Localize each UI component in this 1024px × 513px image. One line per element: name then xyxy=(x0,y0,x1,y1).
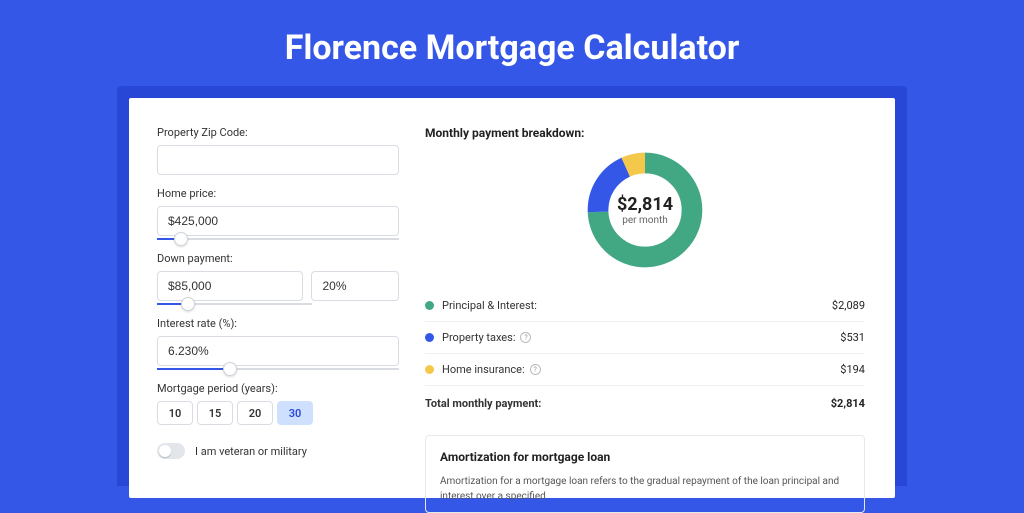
rate-label: Interest rate (%): xyxy=(157,317,399,330)
legend-row: Home insurance:? $194 xyxy=(425,354,865,386)
legend-row: Principal & Interest: $2,089 xyxy=(425,290,865,322)
period-button-30[interactable]: 30 xyxy=(277,401,313,425)
legend-label: Property taxes: xyxy=(442,331,515,344)
breakdown-title: Monthly payment breakdown: xyxy=(425,126,865,140)
price-slider-thumb[interactable] xyxy=(174,232,188,246)
legend-label: Principal & Interest: xyxy=(442,299,537,312)
info-icon[interactable]: ? xyxy=(530,364,541,375)
donut-sub: per month xyxy=(622,215,668,226)
donut-amount: $2,814 xyxy=(617,194,673,215)
down-label: Down payment: xyxy=(157,252,399,265)
zip-label: Property Zip Code: xyxy=(157,126,399,139)
legend-value: $194 xyxy=(840,363,865,376)
veteran-label: I am veteran or military xyxy=(195,445,307,458)
amort-title: Amortization for mortgage loan xyxy=(440,450,850,464)
down-percent-input[interactable] xyxy=(311,271,399,301)
legend-dot xyxy=(425,301,434,310)
period-label: Mortgage period (years): xyxy=(157,382,399,395)
price-input[interactable] xyxy=(157,206,399,236)
rate-slider-thumb[interactable] xyxy=(223,362,237,376)
price-slider[interactable] xyxy=(157,238,399,240)
legend-dot xyxy=(425,365,434,374)
calculator-card: Property Zip Code: Home price: Down paym… xyxy=(129,98,895,498)
legend-row: Property taxes:? $531 xyxy=(425,322,865,354)
amortization-card: Amortization for mortgage loan Amortizat… xyxy=(425,435,865,513)
price-label: Home price: xyxy=(157,187,399,200)
page-title: Florence Mortgage Calculator xyxy=(285,28,740,68)
amort-text: Amortization for a mortgage loan refers … xyxy=(440,474,850,504)
rate-slider[interactable] xyxy=(157,368,399,370)
total-value: $2,814 xyxy=(831,397,865,410)
legend-value: $2,089 xyxy=(832,299,865,312)
period-button-20[interactable]: 20 xyxy=(237,401,273,425)
total-label: Total monthly payment: xyxy=(425,397,541,410)
payment-donut-chart: $2,814 per month xyxy=(583,148,707,272)
down-slider-thumb[interactable] xyxy=(181,297,195,311)
info-icon[interactable]: ? xyxy=(520,332,531,343)
legend-dot xyxy=(425,333,434,342)
rate-input[interactable] xyxy=(157,336,399,366)
veteran-toggle[interactable] xyxy=(157,443,185,459)
down-slider[interactable] xyxy=(157,303,312,305)
legend-label: Home insurance: xyxy=(442,363,525,376)
period-button-10[interactable]: 10 xyxy=(157,401,193,425)
down-amount-input[interactable] xyxy=(157,271,303,301)
frame-bar: Property Zip Code: Home price: Down paym… xyxy=(117,86,907,486)
zip-input[interactable] xyxy=(157,145,399,175)
legend-value: $531 xyxy=(840,331,865,344)
period-button-15[interactable]: 15 xyxy=(197,401,233,425)
